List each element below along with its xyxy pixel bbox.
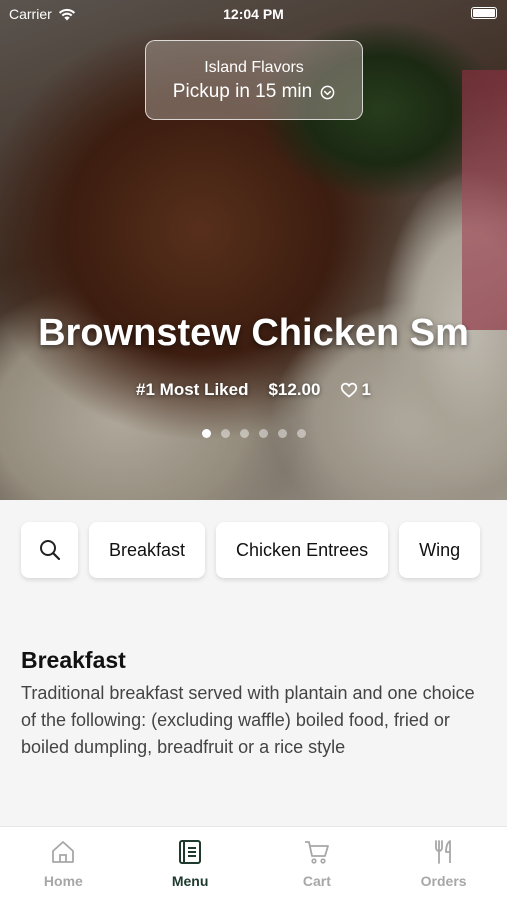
featured-likes[interactable]: 1: [340, 380, 371, 400]
chevron-down-circle-icon: [320, 85, 335, 99]
search-icon: [39, 540, 60, 561]
pickup-time-label: Pickup in 15 min: [172, 81, 313, 102]
cart-icon: [304, 841, 329, 864]
tab-menu[interactable]: Menu: [127, 827, 254, 900]
heart-icon: [341, 382, 358, 398]
tab-orders[interactable]: Orders: [380, 827, 507, 900]
tab-cart-label: Cart: [302, 873, 331, 889]
carousel-dot[interactable]: [258, 429, 268, 438]
tab-cart[interactable]: Cart: [254, 827, 381, 900]
category-bar: Breakfast Chicken Entrees Wing: [21, 522, 481, 578]
menu-icon: [179, 840, 202, 864]
section-title: Breakfast: [21, 647, 126, 673]
category-chip-breakfast[interactable]: Breakfast: [89, 522, 206, 578]
restaurant-name: Island Flavors: [204, 59, 304, 76]
tab-home-label: Home: [43, 873, 83, 889]
tab-bar: Home Menu Cart Orders: [0, 826, 507, 900]
featured-item-meta: #1 Most Liked $12.00 1: [0, 380, 507, 400]
carousel-dot[interactable]: [220, 429, 230, 438]
home-icon: [52, 841, 75, 863]
carousel-dot[interactable]: [239, 429, 249, 438]
battery-icon: [471, 7, 497, 19]
carousel-dot[interactable]: [296, 429, 306, 438]
fork-knife-icon: [434, 840, 451, 864]
status-bar: Carrier 12:04 PM: [0, 0, 507, 28]
status-time: 12:04 PM: [223, 6, 284, 22]
featured-badge: #1 Most Liked: [136, 380, 249, 399]
category-chip-chicken-entrees[interactable]: Chicken Entrees: [216, 522, 389, 578]
carousel-dots[interactable]: [0, 429, 507, 438]
tab-orders-label: Orders: [420, 873, 467, 889]
featured-item-title: Brownstew Chicken Sm: [38, 312, 469, 354]
menu-section: Breakfast Traditional breakfast served w…: [0, 598, 507, 798]
section-description: Traditional breakfast served with planta…: [21, 683, 475, 757]
pickup-time-row: Pickup in 15 min: [146, 81, 362, 103]
category-chip-wings[interactable]: Wing: [399, 522, 481, 578]
tab-menu-label: Menu: [171, 873, 209, 889]
search-button[interactable]: [21, 522, 78, 578]
likes-count: 1: [361, 380, 371, 399]
tab-home[interactable]: Home: [0, 827, 127, 900]
featured-price: $12.00: [268, 380, 321, 399]
carousel-dot[interactable]: [201, 429, 211, 438]
hero-banner[interactable]: Carrier 12:04 PM Island Flavors Pickup i…: [0, 0, 507, 500]
pickup-selector[interactable]: Island Flavors Pickup in 15 min: [145, 40, 363, 120]
carousel-dot[interactable]: [277, 429, 287, 438]
